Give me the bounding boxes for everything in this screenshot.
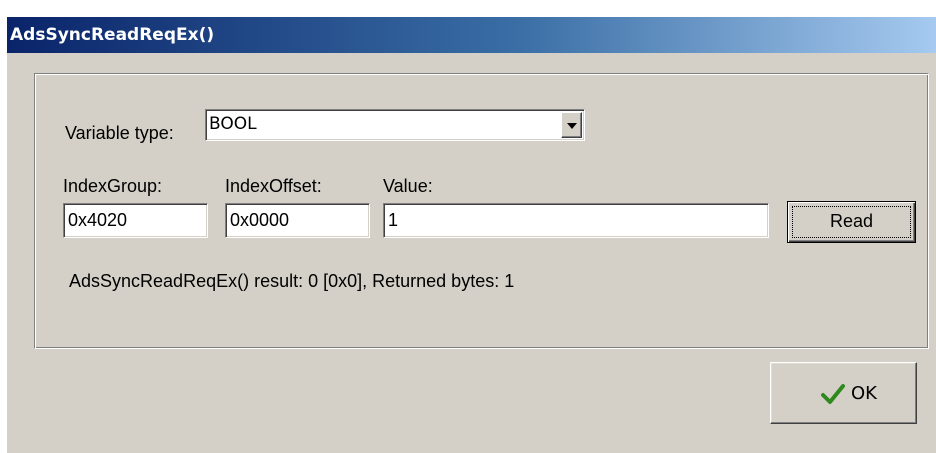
dropdown-arrow-button[interactable]: [561, 112, 582, 138]
check-icon: [821, 383, 845, 405]
value-label: Value:: [383, 176, 433, 196]
read-button[interactable]: Read: [787, 201, 916, 243]
value-input[interactable]: 1: [383, 203, 769, 238]
index-offset-input[interactable]: 0x0000: [225, 203, 370, 238]
read-button-label: Read: [829, 211, 874, 231]
value-field-value: 1: [388, 210, 399, 230]
chevron-down-icon: [567, 123, 577, 129]
result-status-text: AdsSyncReadReqEx() result: 0 [0x0], Retu…: [69, 271, 515, 291]
variable-type-label: Variable type:: [65, 123, 174, 143]
ok-button-label: OK: [851, 383, 877, 404]
title-bar[interactable]: AdsSyncReadReqEx(): [7, 17, 936, 53]
window-title: AdsSyncReadReqEx(): [10, 25, 215, 45]
index-group-value: 0x4020: [68, 210, 128, 230]
index-offset-value: 0x0000: [230, 210, 290, 230]
variable-type-combobox[interactable]: BOOL: [205, 109, 585, 141]
ok-button[interactable]: OK: [770, 362, 917, 424]
index-offset-label: IndexOffset:: [225, 176, 322, 196]
variable-type-selected: BOOL: [209, 114, 257, 134]
index-group-label: IndexGroup:: [63, 176, 163, 196]
index-group-input[interactable]: 0x4020: [63, 203, 208, 238]
dialog-window: AdsSyncReadReqEx() Variable type: BOOL I…: [6, 16, 936, 453]
